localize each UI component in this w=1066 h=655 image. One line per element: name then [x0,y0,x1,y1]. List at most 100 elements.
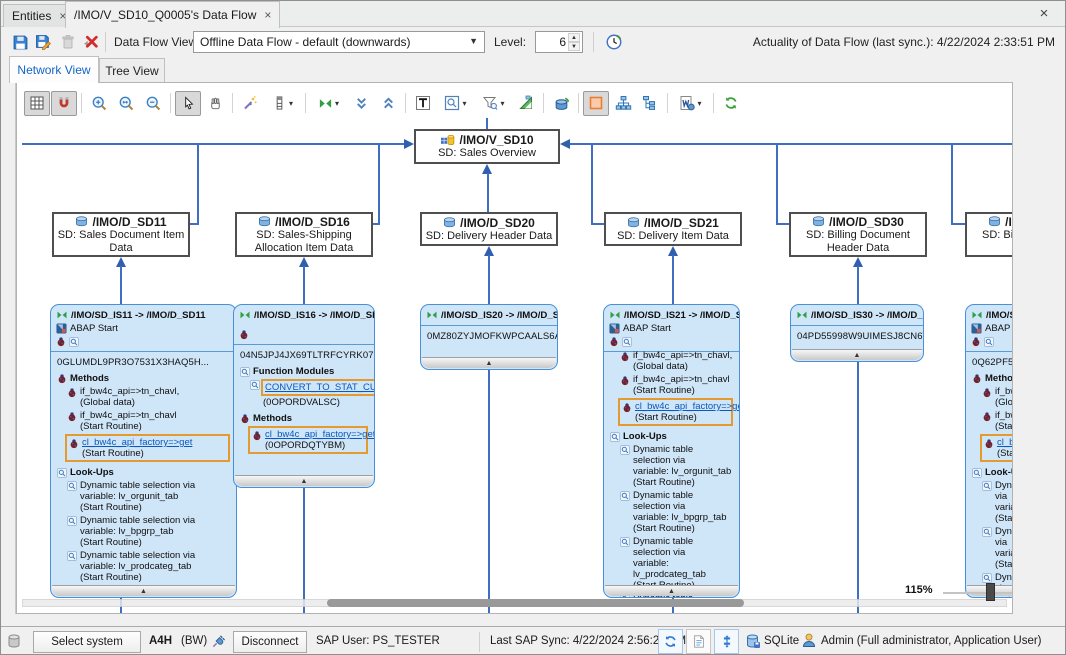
code-link[interactable]: CONVERT_TO_STAT_CURRENCY [265,382,375,393]
local-db-icon[interactable] [6,633,22,649]
tree-layout-button[interactable] [637,91,663,116]
align-settings-button[interactable] [714,629,739,654]
tab-dataflow[interactable]: /IMO/V_SD10_Q0005's Data Flow × [65,1,280,28]
tx-id: 0GLUMDL9PR3O7531X3HAQ5H... [57,357,230,368]
tx-item: if_bw4c_api=>tn_chavl,(Global data) [982,386,1013,408]
transformation-is11[interactable]: /IMO/SD_IS11 -> /IMO/D_SD11ABAP Start0GL… [50,304,237,598]
export-word-button[interactable]: ▾ [672,91,709,116]
search-button[interactable]: ▾ [437,91,474,116]
transformation-is30[interactable]: /IMO/SD_IS30 -> /IMO/D_SD3004PD55998W9UI… [790,304,924,362]
connector-line [672,255,674,304]
connector-line [303,266,305,304]
tx-line: variable: lv_prodcateg_tab [80,561,195,572]
scroll-pill[interactable]: ▲ [792,349,922,360]
transformation-options-button[interactable]: ▾ [310,91,347,116]
zoom-in-button[interactable] [86,91,112,116]
text-tool-button[interactable] [410,91,436,116]
filter-button[interactable]: ▾ [475,91,512,116]
collapse-all-button[interactable] [375,91,401,116]
zoom-slider-track[interactable] [943,592,1013,594]
window-close-icon[interactable]: × [1033,3,1055,23]
delete-view-button[interactable] [79,31,101,53]
scroll-pill[interactable]: ▲ [605,585,738,596]
spin-up-icon[interactable]: ▲ [568,33,580,42]
zoom-out-button[interactable] [140,91,166,116]
grid-button[interactable] [24,91,50,116]
tx-line: (Start Routine) [995,559,1013,570]
data-flow-view-select[interactable]: Offline Data Flow - default (downwards) … [193,31,485,53]
select-tool-button[interactable] [175,91,201,116]
code-link[interactable]: cl_bw4c_api_factory=>get [997,437,1013,448]
connector-line [569,143,1013,145]
tx-subtitle: ABAP Start [985,323,1013,334]
sync-button[interactable] [718,91,744,116]
column-options-button[interactable]: ▾ [264,91,301,116]
zoom-fit-button[interactable] [113,91,139,116]
tx-line: Dynamic table selection via [995,480,1013,502]
scroll-pill[interactable]: ▲ [235,475,373,486]
scroll-pill[interactable]: ▲ [52,585,235,596]
close-icon[interactable]: × [264,8,271,22]
connector-line [776,223,790,225]
measure-button[interactable] [513,91,539,116]
auto-layout-button[interactable] [237,91,263,116]
tab-tree-view[interactable]: Tree View [99,58,165,82]
statusbar-separator [479,632,480,652]
class-icon [972,373,982,384]
tab-network-view[interactable]: Network View [9,56,99,83]
disconnect-button[interactable]: Disconnect [233,631,307,653]
tx-name: /IMO/SD_IS20 -> /IMO/D_SD20 [441,310,558,321]
node-d-sd30[interactable]: /IMO/D_SD30 SD: Billing Document Header … [789,212,927,257]
org-chart-button[interactable] [610,91,636,116]
app-window: Entities × /IMO/V_SD10_Q0005's Data Flow… [0,0,1066,655]
delete-button-disabled[interactable] [57,31,79,53]
document-tabbar: Entities × /IMO/V_SD10_Q0005's Data Flow… [1,1,1065,27]
transformation-is21[interactable]: /IMO/SD_IS21 -> /IMO/D_SD21ABAP Startif_… [603,304,740,598]
node-d-sd16[interactable]: /IMO/D_SD16 SD: Sales-Shipping Allocatio… [235,212,373,257]
select-system-button[interactable]: Select system [33,631,141,653]
tx-item-text: Dynamic table selection viavariable: lv_… [633,444,733,488]
plug-icon [211,634,226,649]
pan-tool-button[interactable] [202,91,228,116]
word-doc-icon [679,95,695,111]
highlight-toggle-button[interactable] [583,91,609,116]
tx-id: 0MZ80ZYJMOFKWPCAALS6AAC6... [427,331,551,342]
snap-button[interactable] [51,91,77,116]
spin-down-icon[interactable]: ▼ [568,42,580,51]
save-button[interactable] [9,31,31,53]
node-d-sd20[interactable]: /IMO/D_SD20 SD: Delivery Header Data [420,212,558,246]
grid-icon [29,95,45,111]
tx-item-text: Dynamic table selection viavariable: lv_… [80,480,195,513]
node-d-sd31-clipped[interactable]: /IMO/D_SD31 SD: Billing Document Data [965,212,1013,257]
tx-line: if_bw4c_api=>tn_chavl [80,410,177,421]
horizontal-scrollbar-thumb[interactable] [327,599,744,607]
transformation-is16[interactable]: /IMO/SD_IS16 -> /IMO/D_SD1604N5JPJ4JX69T… [233,304,375,488]
node-d-sd11[interactable]: /IMO/D_SD11 SD: Sales Document Item Data [52,212,190,257]
code-link[interactable]: cl_bw4c_api_factory=>get [635,401,740,412]
scroll-pill[interactable]: ▲ [422,357,556,368]
tx-item-text: if_bw4c_api=>tn_chavl,(Global data) [995,386,1013,408]
save-as-button[interactable] [32,31,54,53]
section-title-label: Look-Ups [70,467,114,478]
scroll-up-icon: ▲ [854,350,861,361]
user-icon [801,632,817,649]
code-link[interactable]: cl_bw4c_api_factory=>get [265,429,375,440]
tx-line: Dynamic table selection via [80,550,195,561]
tx-item-text: CONVERT_TO_STAT_CURRENCY(0OPORDVALSC) [263,379,375,408]
clock-icon[interactable] [603,31,625,53]
transformation-is20[interactable]: /IMO/SD_IS20 -> /IMO/D_SD20 0MZ80ZYJMOFKW… [420,304,558,370]
code-link[interactable]: cl_bw4c_api_factory=>get [82,437,192,448]
node-d-sd21[interactable]: /IMO/D_SD21 SD: Delivery Item Data [604,212,742,246]
sync-refresh-button[interactable] [658,629,683,654]
zoom-slider-handle[interactable] [986,583,995,601]
network-view-canvas[interactable]: ▾ ▾ ▾ ▾ ▾ [16,82,1013,614]
expand-all-button[interactable] [348,91,374,116]
tx-body: if_bw4c_api=>tn_chavl,(Global data)if_bw… [604,352,739,598]
section-title-label: Look-Ups [623,431,667,442]
level-stepper[interactable]: 6 ▲ ▼ [535,31,583,53]
transformation-is31-clipped[interactable]: /IMO/SD_IS31 -> /IMO/D_SD31ABAP Start0Q6… [965,304,1013,598]
refresh-style-button[interactable] [548,91,574,116]
tx-item-text: if_bw4c_api=>tn_chavl(Start Routine) [633,374,730,396]
node-composite-v-sd10[interactable]: /IMO/V_SD10 SD: Sales Overview [414,129,560,164]
document-log-button[interactable] [686,629,711,654]
